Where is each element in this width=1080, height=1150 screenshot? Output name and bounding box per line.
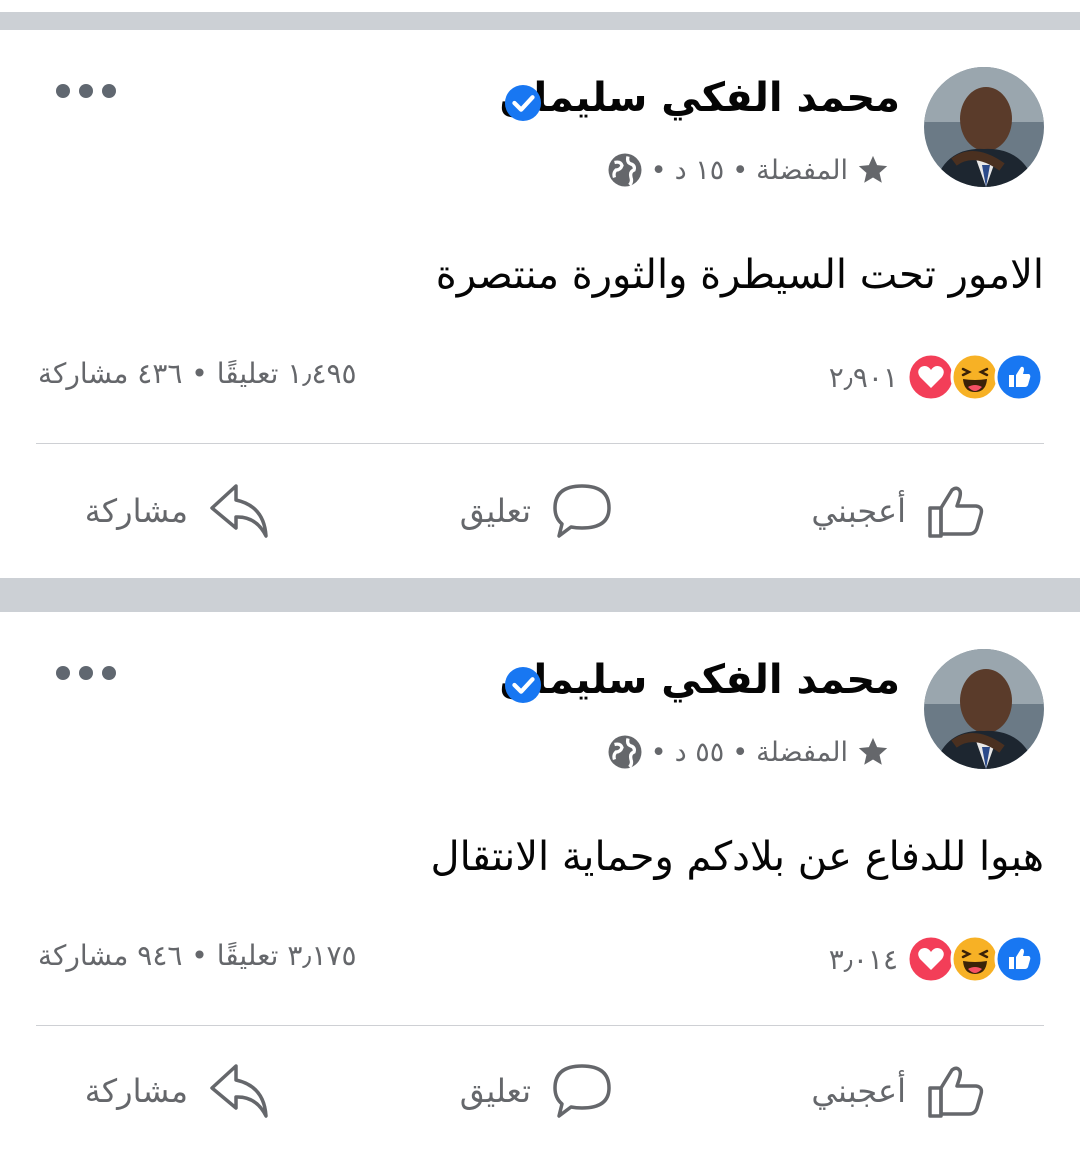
comments-shares-count[interactable]: ٣٫١٧٥ تعليقًا • ٩٤٦ مشاركة — [38, 939, 357, 972]
post-meta: المفضلة • ٥٥ د • — [607, 734, 890, 770]
meta-dot: • — [732, 736, 749, 768]
avatar[interactable] — [924, 67, 1044, 187]
author-name[interactable]: محمد الفكي سليمان — [499, 75, 900, 121]
star-icon — [858, 737, 888, 765]
more-icon — [56, 84, 70, 98]
author-name[interactable]: محمد الفكي سليمان — [499, 657, 900, 703]
haha-reaction-icon — [950, 934, 1000, 984]
post-meta: المفضلة • ١٥ د • — [607, 152, 890, 188]
post-separator — [0, 578, 1080, 612]
love-reaction-icon — [906, 934, 956, 984]
star-icon — [858, 155, 888, 183]
post-text: الامور تحت السيطرة والثورة منتصرة — [435, 252, 1044, 298]
top-separator — [0, 12, 1080, 30]
reactions-count[interactable]: ٣٫٠١٤ — [829, 943, 898, 976]
meta-dot: • — [732, 154, 749, 186]
comment-button[interactable]: تعليق — [460, 478, 615, 544]
reactions-count[interactable]: ٢٫٩٠١ — [829, 361, 898, 394]
thumbs-up-icon — [928, 1066, 984, 1118]
love-reaction-icon — [906, 352, 956, 402]
comments-shares-count[interactable]: ١٫٤٩٥ تعليقًا • ٤٣٦ مشاركة — [38, 357, 357, 390]
reactions-summary[interactable]: ٣٫٠١٤ — [829, 934, 1044, 984]
share-icon — [210, 1064, 268, 1118]
verified-icon — [504, 666, 542, 704]
like-reaction-icon — [994, 934, 1044, 984]
share-label: مشاركة — [84, 492, 188, 530]
more-icon — [56, 666, 70, 680]
share-button[interactable]: مشاركة — [85, 478, 272, 544]
meta-dot: • — [650, 154, 667, 186]
more-options-button[interactable] — [56, 658, 116, 688]
haha-reaction-icon — [950, 352, 1000, 402]
verified-icon — [504, 84, 542, 122]
share-icon — [210, 484, 268, 538]
reactions-summary[interactable]: ٢٫٩٠١ — [829, 352, 1044, 402]
post-time[interactable]: ٥٥ د — [675, 737, 725, 768]
globe-icon — [608, 735, 642, 769]
post-text: هبوا للدفاع عن بلادكم وحماية الانتقال — [430, 834, 1044, 880]
comment-label: تعليق — [459, 1072, 531, 1110]
share-button[interactable]: مشاركة — [85, 1058, 272, 1124]
post-time[interactable]: ١٥ د — [675, 155, 725, 186]
comment-icon — [553, 484, 611, 538]
post-2: محمد الفكي سليمان المفضلة • ٥٥ د • هبوا … — [0, 612, 1080, 1150]
share-label: مشاركة — [84, 1072, 188, 1110]
like-button[interactable]: أعجبني — [811, 478, 990, 544]
post-1: محمد الفكي سليمان المفضلة • ١٥ د • الامو… — [0, 30, 1080, 578]
like-reaction-icon — [994, 352, 1044, 402]
audience-label[interactable]: المفضلة — [756, 737, 848, 768]
post-divider — [36, 1025, 1044, 1026]
post-divider — [36, 443, 1044, 444]
like-button[interactable]: أعجبني — [811, 1058, 990, 1124]
avatar[interactable] — [924, 649, 1044, 769]
audience-label[interactable]: المفضلة — [756, 155, 848, 186]
like-label: أعجبني — [811, 1072, 906, 1110]
comment-label: تعليق — [459, 492, 531, 530]
comment-button[interactable]: تعليق — [460, 1058, 615, 1124]
thumbs-up-icon — [928, 486, 984, 538]
meta-dot: • — [650, 736, 667, 768]
like-label: أعجبني — [811, 492, 906, 530]
comment-icon — [553, 1064, 611, 1118]
more-options-button[interactable] — [56, 76, 116, 106]
globe-icon — [608, 153, 642, 187]
